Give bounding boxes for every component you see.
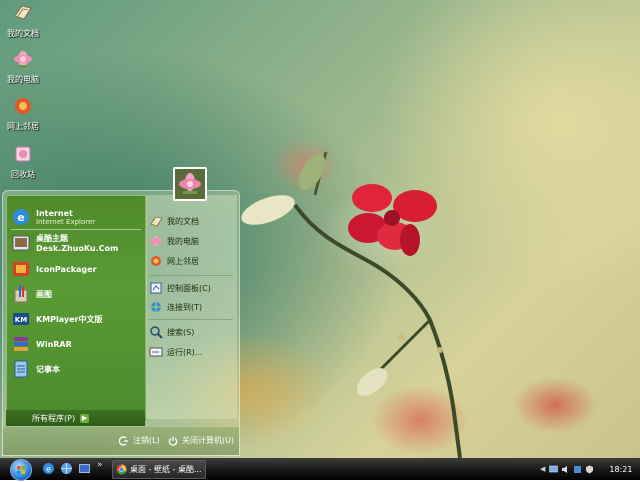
- pinned-item-label: 桌酷主题Desk.ZhuoKu.Com: [36, 234, 119, 253]
- my-documents-icon: [14, 5, 32, 20]
- places-item-my-computer[interactable]: 我的电脑: [149, 233, 199, 249]
- clock[interactable]: 18:21: [609, 465, 632, 474]
- network-places-icon: [15, 98, 31, 114]
- start-button[interactable]: [10, 459, 32, 481]
- winrar-icon: [14, 337, 28, 351]
- my-documents-icon: [150, 216, 163, 227]
- pinned-item-label: KMPlayer中文版: [36, 314, 103, 324]
- pinned-separator: [11, 229, 141, 230]
- places-item-connect-to[interactable]: 连接到(T): [149, 299, 202, 315]
- taskbar: e » 桌面 - 壁纸 - 桌酷... ◀ 18:21: [0, 458, 640, 481]
- desktop-icon-label: 网上邻居: [7, 122, 39, 131]
- system-tray: ◀ 18:21: [540, 461, 638, 477]
- places-item-label: 我的文档: [167, 216, 199, 226]
- kmplayer-icon: KM: [13, 313, 29, 325]
- pinned-item-internet[interactable]: e Internet Internet Explorer: [11, 206, 95, 228]
- pinned-item-sublabel: Internet Explorer: [36, 217, 96, 226]
- places-item-label: 我的电脑: [167, 236, 199, 246]
- places-item-run[interactable]: 运行(R)...: [149, 344, 202, 360]
- svg-text:KM: KM: [15, 316, 27, 324]
- places-separator: [149, 319, 233, 320]
- pinned-item-kmplayer[interactable]: KM KMPlayer中文版: [11, 308, 103, 330]
- desktop-icon-label: 我的电脑: [7, 75, 39, 84]
- desktop-icon-my-documents[interactable]: 我的文档: [2, 2, 44, 39]
- places-item-my-documents[interactable]: 我的文档: [149, 213, 199, 229]
- windows-logo-icon: [17, 466, 25, 474]
- tray-expand-icon[interactable]: ◀: [540, 465, 545, 473]
- desktop-icon-label: 我的文档: [7, 29, 39, 38]
- pinned-item-paint[interactable]: 画图: [11, 283, 52, 305]
- shutdown-label: 关闭计算机(U): [182, 436, 235, 445]
- logoff-label: 注销(L): [133, 436, 160, 445]
- zhuoku-icon: [12, 235, 30, 251]
- pinned-item-label: 画图: [36, 289, 52, 299]
- all-programs-label: 所有程序(P): [32, 413, 76, 423]
- internet-explorer-icon[interactable]: e: [42, 462, 55, 475]
- desktop-icon-recycle-bin[interactable]: 回收站: [2, 143, 44, 180]
- my-computer-icon: [14, 51, 32, 68]
- start-menu-places-panel: 我的文档 我的电脑 网上邻居 控制面板(C) 连接到(T) 搜索(S) 运行(R…: [145, 195, 237, 419]
- control-panel-icon: [150, 282, 162, 294]
- network-icon[interactable]: [549, 465, 559, 474]
- logoff-icon: [119, 435, 128, 446]
- my-computer-icon: [150, 236, 162, 246]
- desktop-icon-label: 回收站: [11, 170, 35, 179]
- start-menu-pinned-panel: e Internet Internet Explorer 桌酷主题Desk.Zh…: [6, 195, 147, 421]
- recycle-bin-icon: [15, 146, 31, 162]
- notepad-icon: [14, 360, 28, 378]
- all-programs-button[interactable]: 所有程序(P) ▶: [6, 410, 145, 426]
- shutdown-button[interactable]: 关闭计算机(U): [168, 435, 234, 446]
- pinned-item-label: WinRAR: [36, 339, 72, 349]
- pinned-item-winrar[interactable]: WinRAR: [11, 333, 72, 355]
- places-item-label: 连接到(T): [167, 302, 203, 312]
- connect-to-icon: [151, 302, 161, 312]
- search-icon: [150, 326, 163, 339]
- pinned-item-label: 记事本: [36, 364, 60, 374]
- quicklaunch-overflow[interactable]: »: [97, 460, 103, 470]
- paint-icon: [14, 285, 28, 303]
- run-icon: [149, 347, 163, 357]
- lotus-avatar-icon: [179, 173, 201, 194]
- globe-icon[interactable]: [60, 462, 73, 475]
- security-icon[interactable]: [585, 465, 594, 474]
- places-item-control-panel[interactable]: 控制面板(C): [149, 280, 211, 296]
- tray-app-icon[interactable]: [573, 465, 582, 474]
- pinned-item-label: Internet: [36, 208, 73, 218]
- svg-text:e: e: [17, 211, 24, 224]
- logoff-button[interactable]: 注销(L): [119, 435, 160, 446]
- taskbar-window-title: 桌面 - 壁纸 - 桌酷...: [130, 465, 202, 474]
- places-item-label: 控制面板(C): [167, 283, 211, 293]
- power-icon: [168, 436, 178, 446]
- pinned-item-zhuoku[interactable]: 桌酷主题Desk.ZhuoKu.Com: [11, 232, 146, 254]
- desktop-icon-network-places[interactable]: 网上邻居: [2, 95, 44, 132]
- pinned-item-label: IconPackager: [36, 264, 97, 274]
- show-desktop-icon[interactable]: [78, 462, 91, 475]
- chrome-icon: [116, 464, 127, 475]
- svg-text:e: e: [46, 465, 51, 474]
- arrow-right-icon: ▶: [80, 413, 90, 423]
- volume-icon[interactable]: [561, 465, 570, 474]
- places-item-label: 运行(R)...: [167, 347, 203, 357]
- start-menu: e Internet Internet Explorer 桌酷主题Desk.Zh…: [2, 190, 240, 456]
- network-places-icon: [151, 256, 161, 266]
- desktop-icon-my-computer[interactable]: 我的电脑: [2, 48, 44, 85]
- places-separator: [149, 275, 233, 276]
- internet-explorer-icon: e: [13, 209, 29, 225]
- pinned-item-iconpackager[interactable]: IconPackager: [11, 258, 97, 280]
- places-item-label: 网上邻居: [167, 256, 199, 266]
- places-item-search[interactable]: 搜索(S): [149, 324, 194, 340]
- start-menu-footer: 注销(L) 关闭计算机(U): [3, 427, 239, 455]
- places-item-network-places[interactable]: 网上邻居: [149, 253, 199, 269]
- pinned-item-notepad[interactable]: 记事本: [11, 358, 60, 380]
- taskbar-window-button[interactable]: 桌面 - 壁纸 - 桌酷...: [112, 460, 206, 479]
- user-avatar[interactable]: [173, 167, 207, 201]
- places-item-label: 搜索(S): [167, 327, 195, 337]
- iconpackager-icon: [13, 262, 29, 276]
